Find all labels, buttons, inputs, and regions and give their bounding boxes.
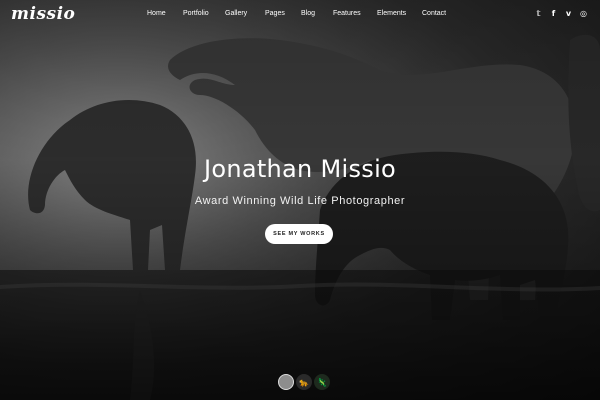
nav-item-blog[interactable]: Blog — [301, 10, 315, 17]
instagram-icon[interactable]: ◎ — [579, 8, 588, 18]
site-logo[interactable]: missio — [11, 4, 75, 24]
nav-item-contact[interactable]: Contact — [422, 10, 446, 17]
top-navigation: missio Home Portfolio Gallery Pages Blog… — [0, 0, 600, 30]
social-links: 𝕥 f v ◎ — [534, 8, 588, 18]
nav-item-pages[interactable]: Pages — [265, 10, 285, 17]
see-my-works-button[interactable]: SEE MY WORKS — [265, 224, 333, 244]
slide-thumb-3[interactable]: 🦎 — [314, 374, 330, 390]
hero-subtitle: Award Winning Wild Life Photographer — [194, 195, 406, 207]
nav-item-gallery[interactable]: Gallery — [225, 10, 247, 17]
hero-title: Jonathan Missio — [203, 155, 397, 183]
hero-section: missio Home Portfolio Gallery Pages Blog… — [0, 0, 600, 400]
slider-thumbnails: 🐆 🦎 — [278, 374, 330, 390]
slide-thumb-1[interactable] — [278, 374, 294, 390]
facebook-icon[interactable]: f — [549, 8, 558, 18]
vimeo-icon[interactable]: v — [564, 8, 573, 18]
nav-item-elements[interactable]: Elements — [377, 10, 406, 17]
slide-thumb-2[interactable]: 🐆 — [296, 374, 312, 390]
nav-item-home[interactable]: Home — [147, 10, 166, 17]
nav-item-portfolio[interactable]: Portfolio — [183, 10, 209, 17]
twitter-icon[interactable]: 𝕥 — [534, 8, 543, 18]
nav-item-features[interactable]: Features — [333, 10, 361, 17]
